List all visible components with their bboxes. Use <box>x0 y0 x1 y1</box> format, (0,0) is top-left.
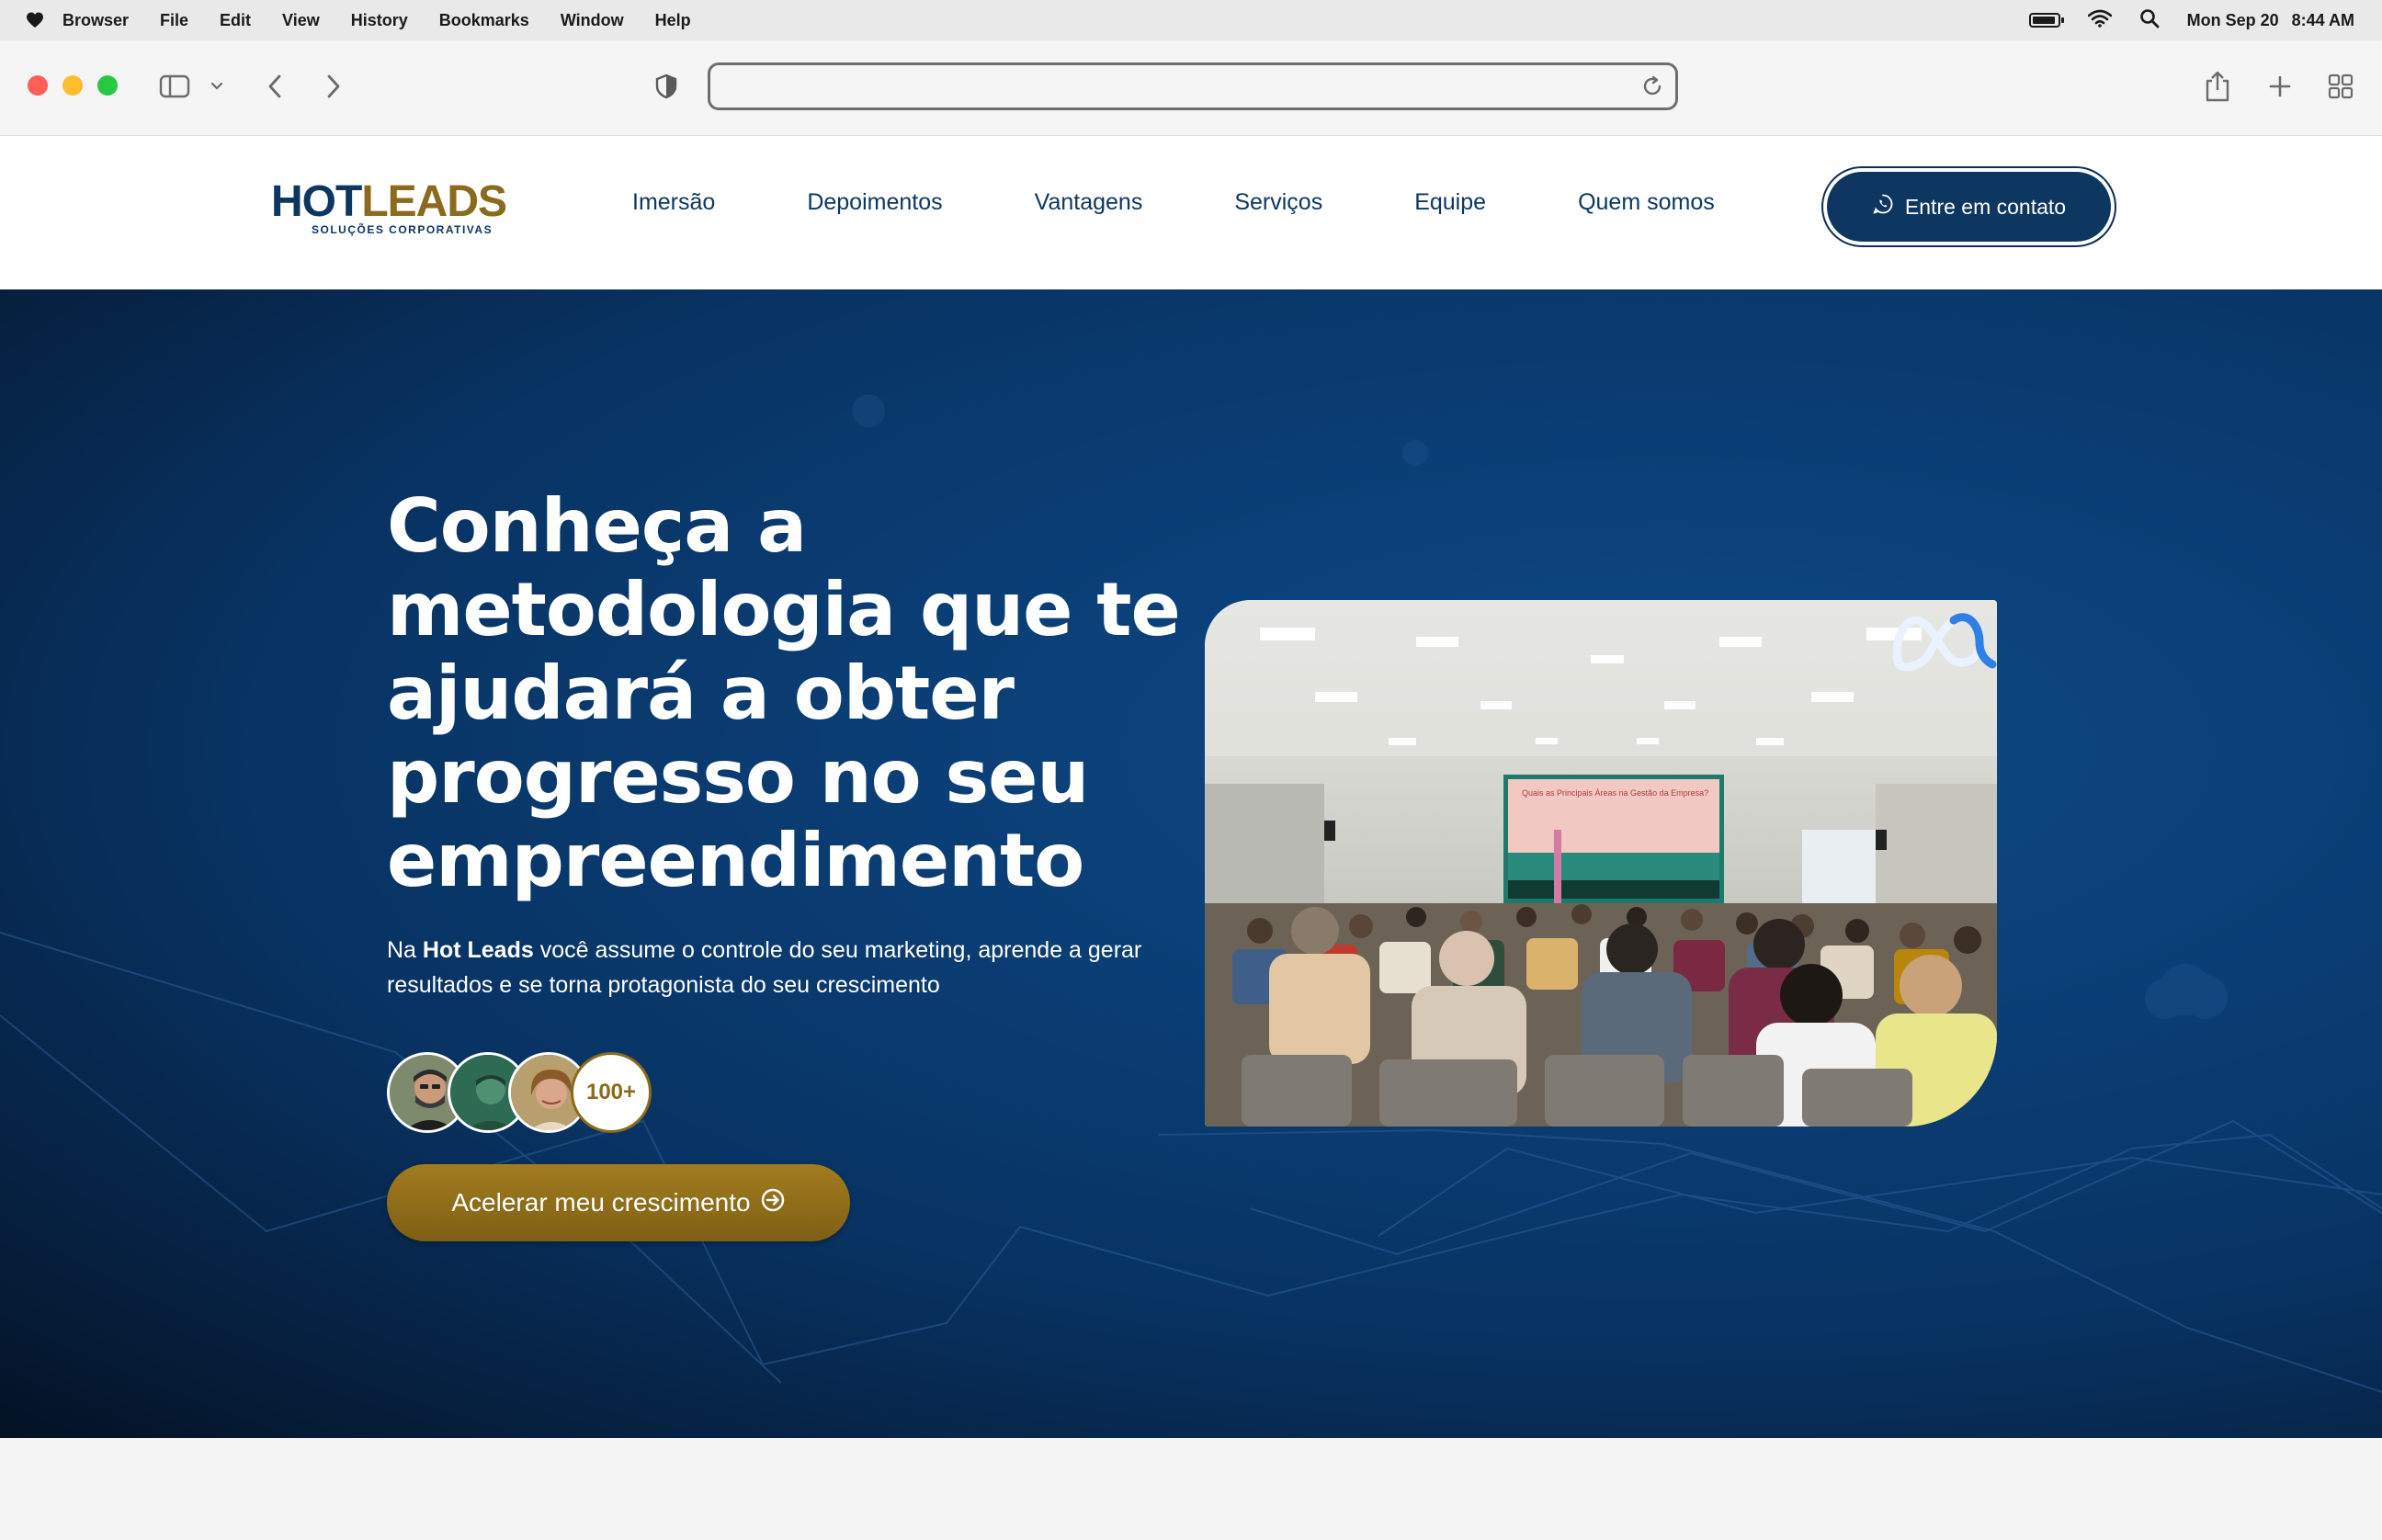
close-window-button[interactable] <box>28 75 48 96</box>
back-icon[interactable] <box>261 68 289 105</box>
nav-servicos[interactable]: Serviços <box>1234 189 1322 216</box>
apple-icon[interactable] <box>24 9 46 31</box>
menu-history[interactable]: History <box>351 11 408 30</box>
accelerate-growth-label: Acelerar meu crescimento <box>451 1188 751 1217</box>
menubar-time: 8:44 AM <box>2291 10 2354 29</box>
menu-browser[interactable]: Browser <box>62 11 129 30</box>
nav-depoimentos[interactable]: Depoimentos <box>807 189 942 216</box>
logo-hot-text: HOT <box>271 177 362 226</box>
share-icon[interactable] <box>2202 68 2233 105</box>
arrow-circle-right-icon <box>760 1187 786 1219</box>
logo-subtitle: SOLUÇÕES CORPORATIVAS <box>312 223 493 236</box>
menu-bar: Browser File Edit View History Bookmarks… <box>0 0 2382 40</box>
menu-window[interactable]: Window <box>561 11 624 30</box>
chevron-down-icon[interactable] <box>208 68 226 105</box>
browser-toolbar <box>0 40 2382 136</box>
minimize-window-button[interactable] <box>62 75 83 96</box>
next-section <box>0 1438 2382 1540</box>
menu-file[interactable]: File <box>160 11 188 30</box>
new-tab-icon[interactable] <box>2266 68 2294 105</box>
logo-leads-text: LEADS <box>361 177 507 226</box>
clock[interactable]: Mon Sep 20 8:44 AM <box>2187 11 2354 30</box>
hero-section: Conheça a metodologia que te ajudará a o… <box>0 289 2382 1438</box>
nav-vantagens[interactable]: Vantagens <box>1035 189 1143 216</box>
hero-desc-brand: Hot Leads <box>422 937 534 963</box>
hero-description: Na Hot Leads você assume o controle do s… <box>387 933 1150 1002</box>
hotleads-logo[interactable]: HOTLEADS SOLUÇÕES CORPORATIVAS <box>271 180 547 237</box>
menu-help[interactable]: Help <box>655 11 691 30</box>
nav-equipe[interactable]: Equipe <box>1414 189 1486 216</box>
wifi-icon[interactable] <box>2087 9 2112 32</box>
window-controls <box>28 75 118 96</box>
hero-title: Conheça a metodologia que te ajudará a o… <box>387 483 1181 903</box>
menu-edit[interactable]: Edit <box>220 11 251 30</box>
address-bar[interactable] <box>708 62 1678 110</box>
spotlight-search-icon[interactable] <box>2139 8 2160 33</box>
forward-icon[interactable] <box>320 68 347 105</box>
shield-icon[interactable] <box>652 68 680 105</box>
avatars-count-badge: 100+ <box>571 1052 652 1133</box>
main-nav: Imersão Depoimentos Vantagens Serviços E… <box>632 189 1715 216</box>
hero-desc-prefix: Na <box>387 937 423 963</box>
menubar-date: Mon Sep 20 <box>2186 10 2279 29</box>
zoom-window-button[interactable] <box>97 75 118 96</box>
contact-button-label: Entre em contato <box>1904 194 2067 219</box>
menu-view[interactable]: View <box>282 11 320 30</box>
tab-overview-icon[interactable] <box>2327 68 2354 105</box>
site-header: HOTLEADS SOLUÇÕES CORPORATIVAS Imersão D… <box>0 136 2382 289</box>
whatsapp-icon <box>1872 193 1894 221</box>
meta-logo-icon <box>1888 600 1998 687</box>
reload-icon[interactable] <box>1640 74 1664 103</box>
menu-bookmarks[interactable]: Bookmarks <box>439 11 529 30</box>
sidebar-icon[interactable] <box>158 68 191 105</box>
event-photo: Quais as Principais Áreas na Gestão da E… <box>1205 600 1997 1127</box>
nav-imersao[interactable]: Imersão <box>632 189 715 216</box>
contact-button[interactable]: Entre em contato <box>1827 172 2111 242</box>
battery-icon[interactable] <box>2028 13 2064 28</box>
logo-wordmark: HOTLEADS <box>271 180 547 224</box>
testimonial-avatars: 100+ <box>387 1052 663 1135</box>
accelerate-growth-button[interactable]: Acelerar meu crescimento <box>387 1164 850 1241</box>
photo-screen-title: Quais as Principais Áreas na Gestão da E… <box>1522 788 1708 798</box>
nav-quem-somos[interactable]: Quem somos <box>1578 189 1715 216</box>
contact-button-frame: Entre em contato <box>1821 166 2116 247</box>
